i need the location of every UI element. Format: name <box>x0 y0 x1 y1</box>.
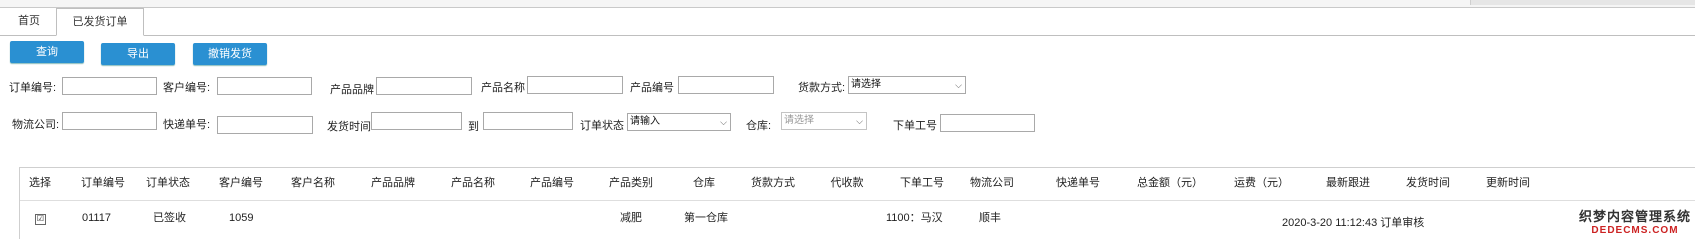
cell-order-status: 已签收 <box>153 212 186 224</box>
warehouse-value: 请选择 <box>784 115 814 126</box>
col-order-status: 订单状态 <box>146 177 190 189</box>
tab-home[interactable]: 首页 <box>4 8 54 34</box>
order-status-select[interactable]: 请输入 ⌵ <box>627 113 731 131</box>
col-product-name: 产品名称 <box>451 177 495 189</box>
payment-method-select[interactable]: 请选择 ⌵ <box>848 76 966 94</box>
col-latest-follow-up: 最新跟进 <box>1326 177 1370 189</box>
col-shipping-fee: 运费（元） <box>1234 177 1289 189</box>
col-staff-no: 下单工号 <box>900 177 944 189</box>
brand-label: 产品品牌 <box>330 84 374 96</box>
cell-latest-follow-up: 2020-3-20 11:12:43 订单审核 <box>1282 217 1425 229</box>
payment-method-label: 货款方式: <box>798 82 846 94</box>
watermark-cn: 织梦内容管理系统 <box>1578 210 1691 225</box>
tracking-no-label: 快递单号: <box>163 119 211 131</box>
brand-input[interactable] <box>376 77 472 95</box>
col-logistics: 物流公司 <box>970 177 1014 189</box>
col-customer-name: 客户名称 <box>291 177 335 189</box>
horizontal-scrollbar[interactable] <box>1470 0 1695 5</box>
col-order-no: 订单编号 <box>81 177 125 189</box>
payment-method-value: 请选择 <box>851 79 881 90</box>
product-name-label: 产品名称 <box>481 82 525 94</box>
col-category: 产品类别 <box>609 177 653 189</box>
col-payment-method: 货款方式 <box>751 177 795 189</box>
col-customer-no: 客户编号 <box>219 177 263 189</box>
logistics-input[interactable] <box>62 112 157 130</box>
ship-time-label: 发货时间: <box>327 121 375 133</box>
col-ship-time: 发货时间 <box>1406 177 1450 189</box>
watermark: 织梦内容管理系统 DEDECMS.COM <box>1579 206 1691 236</box>
chevron-down-icon: ⌵ <box>720 117 727 127</box>
order-no-input[interactable] <box>62 77 157 95</box>
warehouse-label: 仓库: <box>746 120 772 132</box>
order-status-label: 订单状态 <box>580 120 624 132</box>
chevron-down-icon: ⌵ <box>856 116 863 126</box>
staff-no-input[interactable] <box>940 114 1035 132</box>
product-no-label: 产品编号 <box>630 82 674 94</box>
tab-bar: 首页 已发货订单 <box>0 8 1695 36</box>
cancel-shipment-button[interactable]: 撤销发货 <box>193 43 267 65</box>
cell-logistics: 顺丰 <box>979 212 1001 224</box>
to-label: 到 <box>468 121 479 133</box>
col-warehouse: 仓库 <box>693 177 715 189</box>
cell-staff-no: 1100：马汉 <box>886 212 943 224</box>
product-name-input[interactable] <box>527 76 623 94</box>
table-row[interactable]: ☑ 01117 已签收 1059 减肥 第一仓库 1100：马汉 顺丰 2020… <box>20 201 1695 239</box>
order-no-label: 订单编号: <box>9 82 57 94</box>
order-status-value: 请输入 <box>630 116 660 127</box>
tab-shipped-orders[interactable]: 已发货订单 <box>56 8 144 36</box>
product-no-input[interactable] <box>678 76 774 94</box>
cell-category: 减肥 <box>620 212 642 224</box>
query-button[interactable]: 查询 <box>10 41 84 63</box>
window-top-strip <box>0 0 1695 8</box>
logistics-label: 物流公司: <box>12 119 60 131</box>
staff-no-label: 下单工号 <box>893 120 937 132</box>
ship-time-from-input[interactable] <box>371 112 462 130</box>
customer-no-input[interactable] <box>217 77 312 95</box>
watermark-en: DEDECMS.COM <box>1591 225 1679 236</box>
cell-warehouse: 第一仓库 <box>684 212 728 224</box>
col-update-time: 更新时间 <box>1486 177 1530 189</box>
ship-time-to-input[interactable] <box>483 112 573 130</box>
col-brand: 产品品牌 <box>371 177 415 189</box>
table-header-row: 选择 订单编号 订单状态 客户编号 客户名称 产品品牌 产品名称 产品编号 产品… <box>20 168 1695 201</box>
tracking-no-input[interactable] <box>217 116 313 134</box>
export-button[interactable]: 导出 <box>101 43 175 65</box>
col-select: 选择 <box>29 177 51 189</box>
col-total-amount: 总金额（元） <box>1137 177 1203 189</box>
col-tracking-no: 快递单号 <box>1056 177 1100 189</box>
col-cod-amount: 代收款 <box>830 177 864 189</box>
warehouse-select[interactable]: 请选择 ⌵ <box>781 112 867 130</box>
row-select-checkbox[interactable]: ☑ <box>35 214 46 225</box>
customer-no-label: 客户编号: <box>163 82 211 94</box>
cell-order-no: 01117 <box>82 212 111 224</box>
chevron-down-icon: ⌵ <box>955 80 962 90</box>
orders-table: 选择 订单编号 订单状态 客户编号 客户名称 产品品牌 产品名称 产品编号 产品… <box>19 167 1695 239</box>
col-product-no: 产品编号 <box>530 177 574 189</box>
cell-customer-no: 1059 <box>229 212 254 224</box>
